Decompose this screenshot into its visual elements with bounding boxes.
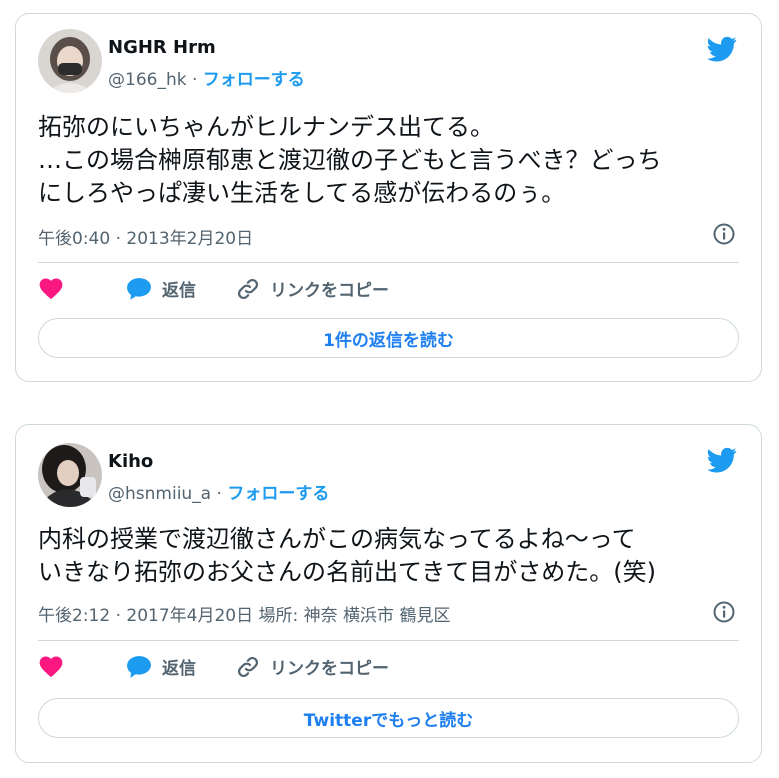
copy-link-button[interactable]: リンクをコピー <box>236 276 389 301</box>
handle-row: @hsnmiiu_a · フォローする <box>108 479 329 504</box>
tweet-text-line: いきなり拓弥のお父さんの名前出てきて目がさめた。(笑) <box>38 558 657 586</box>
heart-icon <box>39 656 63 678</box>
avatar[interactable] <box>38 29 102 93</box>
action-bar: 返信 リンクをコピー <box>38 654 739 684</box>
link-icon <box>237 656 259 677</box>
divider <box>38 640 739 641</box>
tweet-timestamp[interactable]: 午後0:40 · 2013年2月20日 <box>38 224 253 249</box>
separator: · <box>186 70 203 90</box>
tweet-card: NGHR Hrm @166_hk · フォローする 拓弥のにいちゃんがヒルナンデ… <box>15 13 762 382</box>
handle-row: @166_hk · フォローする <box>108 65 305 90</box>
copy-link-label: リンクをコピー <box>270 281 389 301</box>
link-icon <box>237 278 259 299</box>
follow-button[interactable]: フォローする <box>203 70 305 90</box>
tweet-card: Kiho @hsnmiiu_a · フォローする 内科の授業で渡辺徹さんがこの病… <box>15 424 762 763</box>
heart-icon <box>39 278 63 300</box>
reply-label: 返信 <box>162 281 196 301</box>
tweet-text-line: にしろやっぱ凄い生活をしてる感が伝わるのぅ。 <box>38 179 566 207</box>
display-name[interactable]: Kiho <box>108 451 153 472</box>
action-bar: 返信 リンクをコピー <box>38 276 739 306</box>
reply-label: 返信 <box>162 659 196 679</box>
tweet-text-line: …この場合榊原郁恵と渡辺徹の子どもと言うべき？どっち <box>38 146 662 174</box>
like-button[interactable] <box>38 276 64 300</box>
tweet-text: 拓弥のにいちゃんがヒルナンデス出てる。 …この場合榊原郁恵と渡辺徹の子どもと言う… <box>38 111 745 210</box>
tweet-timestamp[interactable]: 午後2:12 · 2017年4月20日 場所: 神奈 横浜市 鶴見区 <box>38 601 450 626</box>
read-replies-button[interactable]: 1件の返信を読む <box>38 318 739 358</box>
info-icon[interactable] <box>713 223 735 245</box>
divider <box>38 262 739 263</box>
like-button[interactable] <box>38 654 64 678</box>
tweet-text-line: 内科の授業で渡辺徹さんがこの病気なってるよね〜って <box>38 525 636 553</box>
tweet-text-line: 拓弥のにいちゃんがヒルナンデス出てる。 <box>38 113 494 141</box>
display-name[interactable]: NGHR Hrm <box>108 37 216 58</box>
read-more-on-twitter-button[interactable]: Twitterでもっと読む <box>38 698 739 738</box>
reply-button[interactable]: 返信 <box>126 654 196 679</box>
reply-bubble-icon <box>127 277 151 300</box>
handle[interactable]: @hsnmiiu_a <box>108 484 211 504</box>
reply-button[interactable]: 返信 <box>126 276 196 301</box>
tweet-text: 内科の授業で渡辺徹さんがこの病気なってるよね〜って いきなり拓弥のお父さんの名前… <box>38 523 745 589</box>
copy-link-button[interactable]: リンクをコピー <box>236 654 389 679</box>
twitter-bird-icon[interactable] <box>705 34 739 64</box>
handle[interactable]: @166_hk <box>108 70 187 90</box>
reply-bubble-icon <box>127 655 151 678</box>
separator: · <box>211 484 228 504</box>
copy-link-label: リンクをコピー <box>270 659 389 679</box>
avatar[interactable] <box>38 443 102 507</box>
twitter-bird-icon[interactable] <box>705 445 739 475</box>
info-icon[interactable] <box>713 601 735 623</box>
follow-button[interactable]: フォローする <box>227 484 329 504</box>
